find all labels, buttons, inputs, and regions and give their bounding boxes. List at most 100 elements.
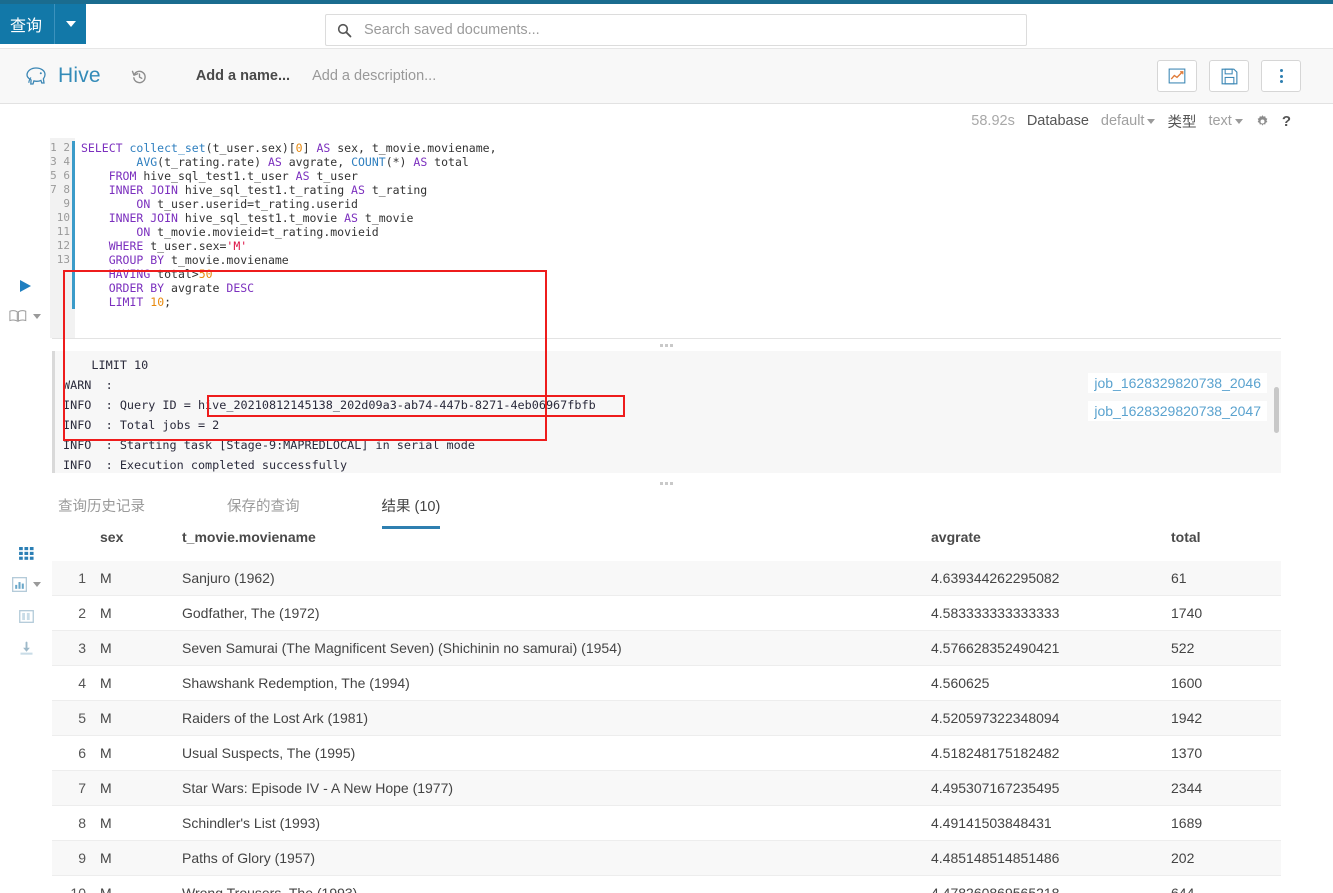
cell-moviename: Star Wars: Episode IV - A New Hope (1977… — [182, 770, 931, 806]
cell-sex: M — [100, 665, 182, 701]
header-button-group — [1157, 60, 1301, 92]
log-scrollbar[interactable] — [1274, 387, 1279, 433]
cell-total: 2344 — [1171, 770, 1281, 806]
query-toolbar: 58.92s Database default 类型 text ? — [0, 104, 1333, 138]
query-elapsed-time: 58.92s — [971, 113, 1015, 129]
cell-index: 10 — [52, 875, 100, 893]
table-row[interactable]: 4 M Shawshank Redemption, The (1994) 4.5… — [52, 665, 1281, 701]
search-input[interactable] — [362, 21, 1026, 39]
cell-sex: M — [100, 770, 182, 806]
play-button-icon[interactable] — [17, 278, 33, 299]
table-row[interactable]: 9 M Paths of Glory (1957) 4.485148514851… — [52, 840, 1281, 876]
cell-avgrate: 4.576628352490421 — [931, 630, 1171, 666]
more-options-button[interactable] — [1261, 60, 1301, 92]
cell-sex: M — [100, 840, 182, 876]
column-header-total[interactable]: total — [1171, 529, 1281, 561]
sql-editor[interactable]: 1 2 3 4 5 6 7 8 9 10 11 12 13 SELECT col… — [50, 138, 1283, 338]
document-description-field[interactable]: Add a description... — [312, 68, 436, 84]
cell-index: 3 — [52, 630, 100, 666]
cell-avgrate: 4.560625 — [931, 665, 1171, 701]
column-header-avgrate[interactable]: avgrate — [931, 529, 1171, 561]
editor-line-numbers: 1 2 3 4 5 6 7 8 9 10 11 12 13 — [50, 138, 72, 338]
tab-query-history[interactable]: 查询历史记录 — [58, 495, 145, 529]
cell-moviename: Usual Suspects, The (1995) — [182, 735, 931, 771]
database-label: Database — [1026, 113, 1089, 129]
cell-index: 2 — [52, 595, 100, 631]
assist-panel-toggle[interactable] — [9, 309, 41, 323]
table-row[interactable]: 3 M Seven Samurai (The Magnificent Seven… — [52, 630, 1281, 666]
cell-total: 1740 — [1171, 595, 1281, 631]
cell-total: 1942 — [1171, 700, 1281, 736]
table-row[interactable]: 7 M Star Wars: Episode IV - A New Hope (… — [52, 770, 1281, 806]
cell-sex: M — [100, 561, 182, 596]
database-selector[interactable]: default — [1101, 113, 1156, 129]
help-icon[interactable]: ? — [1282, 113, 1291, 130]
cell-sex: M — [100, 700, 182, 736]
column-header-index[interactable] — [52, 529, 100, 561]
cell-sex: M — [100, 630, 182, 666]
download-icon[interactable] — [19, 641, 34, 656]
cell-sex: M — [100, 595, 182, 631]
editor-log-resize-handle[interactable] — [0, 339, 1333, 351]
cell-total: 644 — [1171, 875, 1281, 893]
results-table: sex t_movie.moviename avgrate total 1 M … — [52, 529, 1281, 893]
cell-index: 4 — [52, 665, 100, 701]
table-row[interactable]: 10 M Wrong Trousers, The (1993) 4.478260… — [52, 875, 1281, 893]
tab-saved-queries[interactable]: 保存的查询 — [227, 495, 300, 529]
bar-chart-icon[interactable] — [11, 577, 41, 592]
cell-moviename: Paths of Glory (1957) — [182, 840, 931, 876]
cell-index: 8 — [52, 805, 100, 841]
cell-sex: M — [100, 875, 182, 893]
cell-sex: M — [100, 735, 182, 771]
history-revert-icon[interactable] — [131, 68, 148, 85]
column-header-moviename[interactable]: t_movie.moviename — [182, 529, 931, 561]
cell-moviename: Raiders of the Lost Ark (1981) — [182, 700, 931, 736]
cell-total: 61 — [1171, 561, 1281, 596]
grid-view-icon[interactable] — [18, 547, 34, 560]
table-row[interactable]: 1 M Sanjuro (1962) 4.639344262295082 61 — [52, 561, 1281, 596]
save-button[interactable] — [1209, 60, 1249, 92]
search-bar[interactable] — [325, 14, 1027, 46]
job-link[interactable]: job_1628329820738_2046 — [1088, 373, 1267, 393]
column-header-sex[interactable]: sex — [100, 529, 182, 561]
sql-editor-zone: 1 2 3 4 5 6 7 8 9 10 11 12 13 SELECT col… — [0, 138, 1333, 441]
nav-tab-dropdown-button[interactable] — [54, 4, 86, 44]
table-row[interactable]: 8 M Schindler's List (1993) 4.4914150384… — [52, 805, 1281, 841]
sql-code-content[interactable]: SELECT collect_set(t_user.sex)[0] AS sex… — [75, 138, 1283, 338]
tab-results[interactable]: 结果 (10) — [381, 495, 441, 529]
table-row[interactable]: 5 M Raiders of the Lost Ark (1981) 4.520… — [52, 700, 1281, 736]
floppy-disk-icon — [1221, 68, 1237, 84]
cell-moviename: Schindler's List (1993) — [182, 805, 931, 841]
nav-tab-query[interactable]: 查询 — [0, 4, 87, 44]
cell-total: 202 — [1171, 840, 1281, 876]
chevron-down-icon — [1234, 118, 1243, 124]
cell-moviename: Shawshank Redemption, The (1994) — [182, 665, 931, 701]
cell-total: 1370 — [1171, 735, 1281, 771]
search-icon — [326, 23, 362, 38]
vertical-dots-icon — [1279, 69, 1283, 83]
gear-icon[interactable] — [1255, 114, 1270, 129]
database-selected-value: default — [1100, 113, 1145, 129]
job-link[interactable]: job_1628329820738_2047 — [1088, 401, 1267, 421]
table-row[interactable]: 6 M Usual Suspects, The (1995) 4.5182481… — [52, 735, 1281, 771]
chevron-down-icon — [32, 582, 41, 587]
cell-moviename: Seven Samurai (The Magnificent Seven) (S… — [182, 630, 931, 666]
cell-index: 5 — [52, 700, 100, 736]
document-name-field[interactable]: Add a name... — [196, 68, 290, 84]
columns-view-icon[interactable] — [18, 609, 34, 624]
table-row[interactable]: 2 M Godfather, The (1972) 4.583333333333… — [52, 595, 1281, 631]
hive-elephant-logo — [24, 65, 50, 87]
log-results-resize-handle[interactable] — [0, 477, 1333, 489]
cell-index: 7 — [52, 770, 100, 806]
cell-total: 1689 — [1171, 805, 1281, 841]
type-selected-value: text — [1208, 113, 1232, 129]
cell-sex: M — [100, 805, 182, 841]
table-header-row: sex t_movie.moviename avgrate total — [52, 529, 1281, 561]
line-chart-icon — [1168, 68, 1186, 84]
chart-button[interactable] — [1157, 60, 1197, 92]
job-links-list: job_1628329820738_2046 job_1628329820738… — [1088, 373, 1267, 421]
cell-index: 9 — [52, 840, 100, 876]
query-log-panel[interactable]: LIMIT 10 WARN : INFO : Query ID = hive_2… — [52, 351, 1281, 473]
cell-avgrate: 4.495307167235495 — [931, 770, 1171, 806]
type-selector[interactable]: text — [1208, 113, 1243, 129]
